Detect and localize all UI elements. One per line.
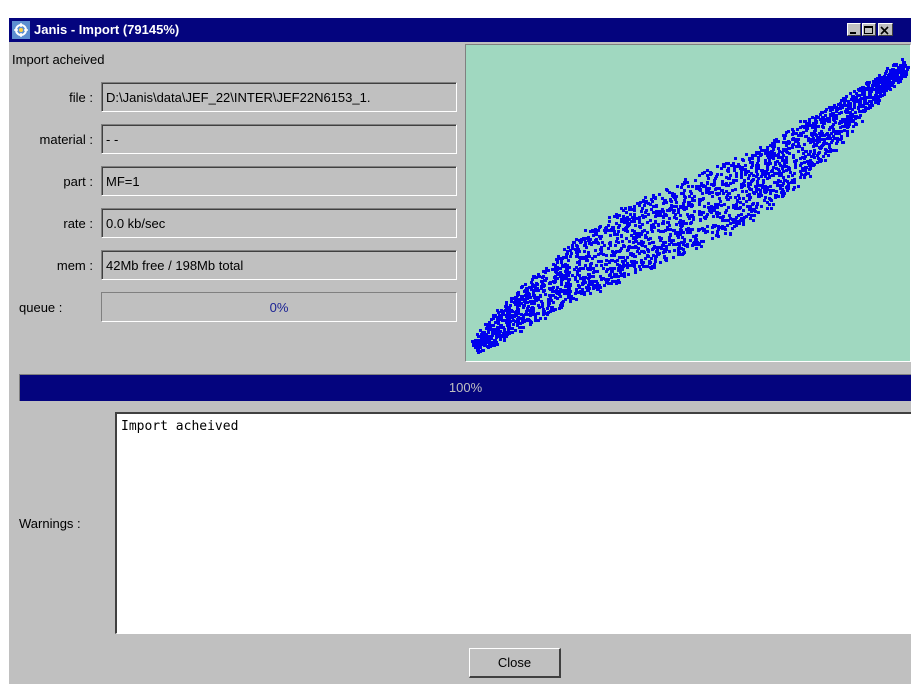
minimize-icon bbox=[850, 32, 856, 34]
queue-progress-bar: 0% bbox=[101, 292, 457, 322]
minimize-button[interactable] bbox=[847, 23, 861, 36]
file-field: D:\Janis\data\JEF_22\INTER\JEF22N6153_1. bbox=[101, 82, 457, 112]
warnings-textarea[interactable]: Import acheived bbox=[115, 412, 911, 634]
mem-label: mem : bbox=[56, 258, 93, 273]
warnings-label: Warnings : bbox=[19, 516, 81, 531]
file-label: file : bbox=[69, 90, 93, 105]
import-status-text: Import acheived bbox=[12, 52, 105, 67]
mem-value: 42Mb free / 198Mb total bbox=[106, 258, 244, 273]
rate-value: 0.0 kb/sec bbox=[106, 216, 166, 231]
plot-point-cloud bbox=[471, 58, 910, 354]
progress-percent: 100% bbox=[448, 380, 483, 395]
file-value: D:\Janis\data\JEF_22\INTER\JEF22N6153_1. bbox=[106, 90, 371, 105]
rate-field: 0.0 kb/sec bbox=[101, 208, 457, 238]
maximize-icon bbox=[864, 26, 873, 34]
window-title: Janis - Import (79145%) bbox=[34, 22, 180, 37]
material-field: - - bbox=[101, 124, 457, 154]
import-preview-plot bbox=[465, 44, 911, 362]
maximize-button[interactable] bbox=[862, 23, 876, 36]
mem-field: 42Mb free / 198Mb total bbox=[101, 250, 457, 280]
part-value: MF=1 bbox=[106, 174, 140, 189]
close-icon bbox=[880, 26, 889, 35]
title-bar[interactable]: Janis - Import (79145%) bbox=[9, 18, 911, 42]
import-progress-bar: 100% bbox=[19, 374, 911, 401]
material-value: - - bbox=[106, 132, 119, 147]
material-label: material : bbox=[39, 132, 93, 147]
warnings-text: Import acheived bbox=[121, 419, 239, 434]
queue-label: queue : bbox=[19, 300, 63, 315]
rate-label: rate : bbox=[63, 216, 93, 231]
part-label: part : bbox=[63, 174, 93, 189]
import-window: Janis - Import (79145%) Import acheived … bbox=[9, 18, 911, 684]
part-field: MF=1 bbox=[101, 166, 457, 196]
close-window-button[interactable] bbox=[878, 23, 893, 36]
scatter-plot bbox=[471, 58, 910, 354]
close-button[interactable]: Close bbox=[469, 648, 561, 678]
janis-app-icon bbox=[12, 21, 30, 39]
queue-percent: 0% bbox=[269, 300, 289, 315]
